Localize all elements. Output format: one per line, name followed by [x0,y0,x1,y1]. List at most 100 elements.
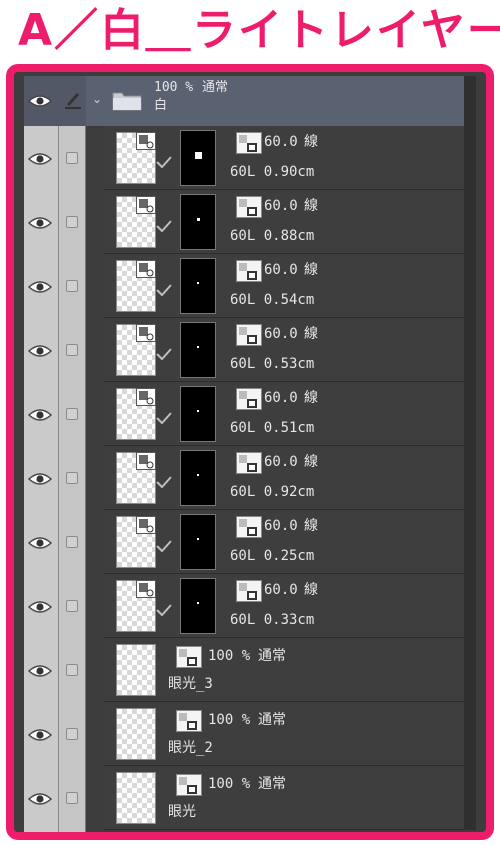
layer-content[interactable]: 60.0 線 60L 0.25cm [104,510,476,574]
layer-row[interactable]: 60.0 線 60L 0.25cm [24,510,476,574]
layer-blend-mode: 線 [304,134,318,150]
scrollbar[interactable] [464,126,476,190]
layer-content[interactable]: 100 % 通常 眼光_2 [104,702,476,766]
layer-thumbnail [116,644,156,696]
eye-icon[interactable] [28,664,52,678]
layer-row[interactable]: 100 % 通常 眼光_3 [24,638,476,702]
layer-blend-mode: 線 [304,326,318,342]
scrollbar[interactable] [464,510,476,574]
scrollbar[interactable] [464,190,476,254]
blend-mode-icon [236,324,262,346]
layer-mask-icon [180,514,216,570]
layer-mask-icon [180,130,216,186]
mask-dot [197,282,199,284]
layer-content[interactable]: 100 % 通常 眼光_3 [104,638,476,702]
layer-content[interactable]: 60.0 線 60L 0.92cm [104,446,476,510]
layer-blend-mode: 線 [304,454,318,470]
reference-layer-icon [136,132,156,150]
layer-content[interactable]: 60.0 線 60L 0.90cm [104,126,476,190]
eye-icon[interactable] [28,728,52,742]
edit-checkbox[interactable] [66,344,78,356]
eye-icon[interactable] [28,152,52,166]
mask-dot [197,346,199,348]
layer-name: 60L 0.90cm [230,164,315,180]
layer-mask-icon [180,322,216,378]
layer-opacity: 100 % [208,776,251,792]
layer-row[interactable]: 100 % 通常 眼光_2 [24,702,476,766]
layer-blend-mode: 線 [304,390,318,406]
blend-mode-icon [236,196,262,218]
layer-opacity: 60.0 [264,454,298,470]
edit-checkbox[interactable] [66,728,78,740]
layer-content[interactable]: 60.0 線 60L 0.33cm [104,574,476,638]
folder-row[interactable]: ⌄ 100 % 通常 白 [24,76,476,126]
layer-mask-icon [180,578,216,634]
checkmark-icon [156,220,172,232]
checkmark-icon [156,604,172,616]
folder-blend-mode: 通常 [202,80,229,95]
eye-icon[interactable] [28,408,52,422]
scrollbar[interactable] [464,766,476,830]
scrollbar[interactable] [464,446,476,510]
pencil-icon[interactable] [64,90,82,110]
scrollbar[interactable] [464,254,476,318]
layer-blend-mode: 通常 [258,776,286,792]
mask-dot [194,151,202,159]
layer-row[interactable]: 60.0 線 60L 0.33cm [24,574,476,638]
layer-mask-icon [180,258,216,314]
layer-blend-mode: 通常 [258,712,286,728]
layer-blend-mode: 線 [304,518,318,534]
layer-row[interactable]: 60.0 線 60L 0.53cm [24,318,476,382]
mask-dot [197,602,199,604]
layer-name: 眼光_2 [168,740,213,756]
layer-blend-mode: 線 [304,198,318,214]
layer-opacity: 60.0 [264,134,298,150]
layer-content[interactable]: 60.0 線 60L 0.88cm [104,190,476,254]
edit-checkbox[interactable] [66,280,78,292]
eye-icon[interactable] [28,792,52,806]
edit-checkbox[interactable] [66,408,78,420]
eye-icon[interactable] [28,94,52,108]
edit-checkbox[interactable] [66,792,78,804]
eye-icon[interactable] [28,536,52,550]
scrollbar[interactable] [464,382,476,446]
reference-layer-icon [136,516,156,534]
eye-icon[interactable] [28,600,52,614]
layer-row[interactable]: 100 % 通常 眼光 [24,766,476,830]
layer-mask-icon [180,450,216,506]
layer-content[interactable]: 60.0 線 60L 0.53cm [104,318,476,382]
layer-row[interactable]: 60.0 線 60L 0.54cm [24,254,476,318]
edit-checkbox[interactable] [66,664,78,676]
reference-layer-icon [136,580,156,598]
blend-mode-icon [236,260,262,282]
layer-panel: ⌄ 100 % 通常 白 60.0 線 60L 0.90cm 60.0 線 60… [24,76,476,832]
layer-row[interactable]: 60.0 線 60L 0.90cm [24,126,476,190]
mask-dot [197,474,199,476]
folder-content[interactable]: ⌄ 100 % 通常 白 [86,76,476,126]
edit-checkbox[interactable] [66,472,78,484]
eye-icon[interactable] [28,344,52,358]
edit-checkbox[interactable] [66,216,78,228]
layer-content[interactable]: 60.0 線 60L 0.51cm [104,382,476,446]
edit-checkbox[interactable] [66,536,78,548]
reference-layer-icon [136,324,156,342]
reference-layer-icon [136,260,156,278]
eye-icon[interactable] [28,216,52,230]
layer-row[interactable]: 60.0 線 60L 0.92cm [24,446,476,510]
scrollbar[interactable] [464,638,476,702]
scrollbar[interactable] [464,574,476,638]
blend-mode-icon [236,580,262,602]
scrollbar[interactable] [464,318,476,382]
layer-name: 眼光_3 [168,676,213,692]
chevron-down-icon[interactable]: ⌄ [92,92,102,106]
edit-checkbox[interactable] [66,600,78,612]
eye-icon[interactable] [28,280,52,294]
scrollbar[interactable] [464,76,476,126]
layer-content[interactable]: 60.0 線 60L 0.54cm [104,254,476,318]
eye-icon[interactable] [28,472,52,486]
scrollbar[interactable] [464,702,476,766]
edit-checkbox[interactable] [66,152,78,164]
layer-content[interactable]: 100 % 通常 眼光 [104,766,476,830]
layer-row[interactable]: 60.0 線 60L 0.88cm [24,190,476,254]
layer-row[interactable]: 60.0 線 60L 0.51cm [24,382,476,446]
